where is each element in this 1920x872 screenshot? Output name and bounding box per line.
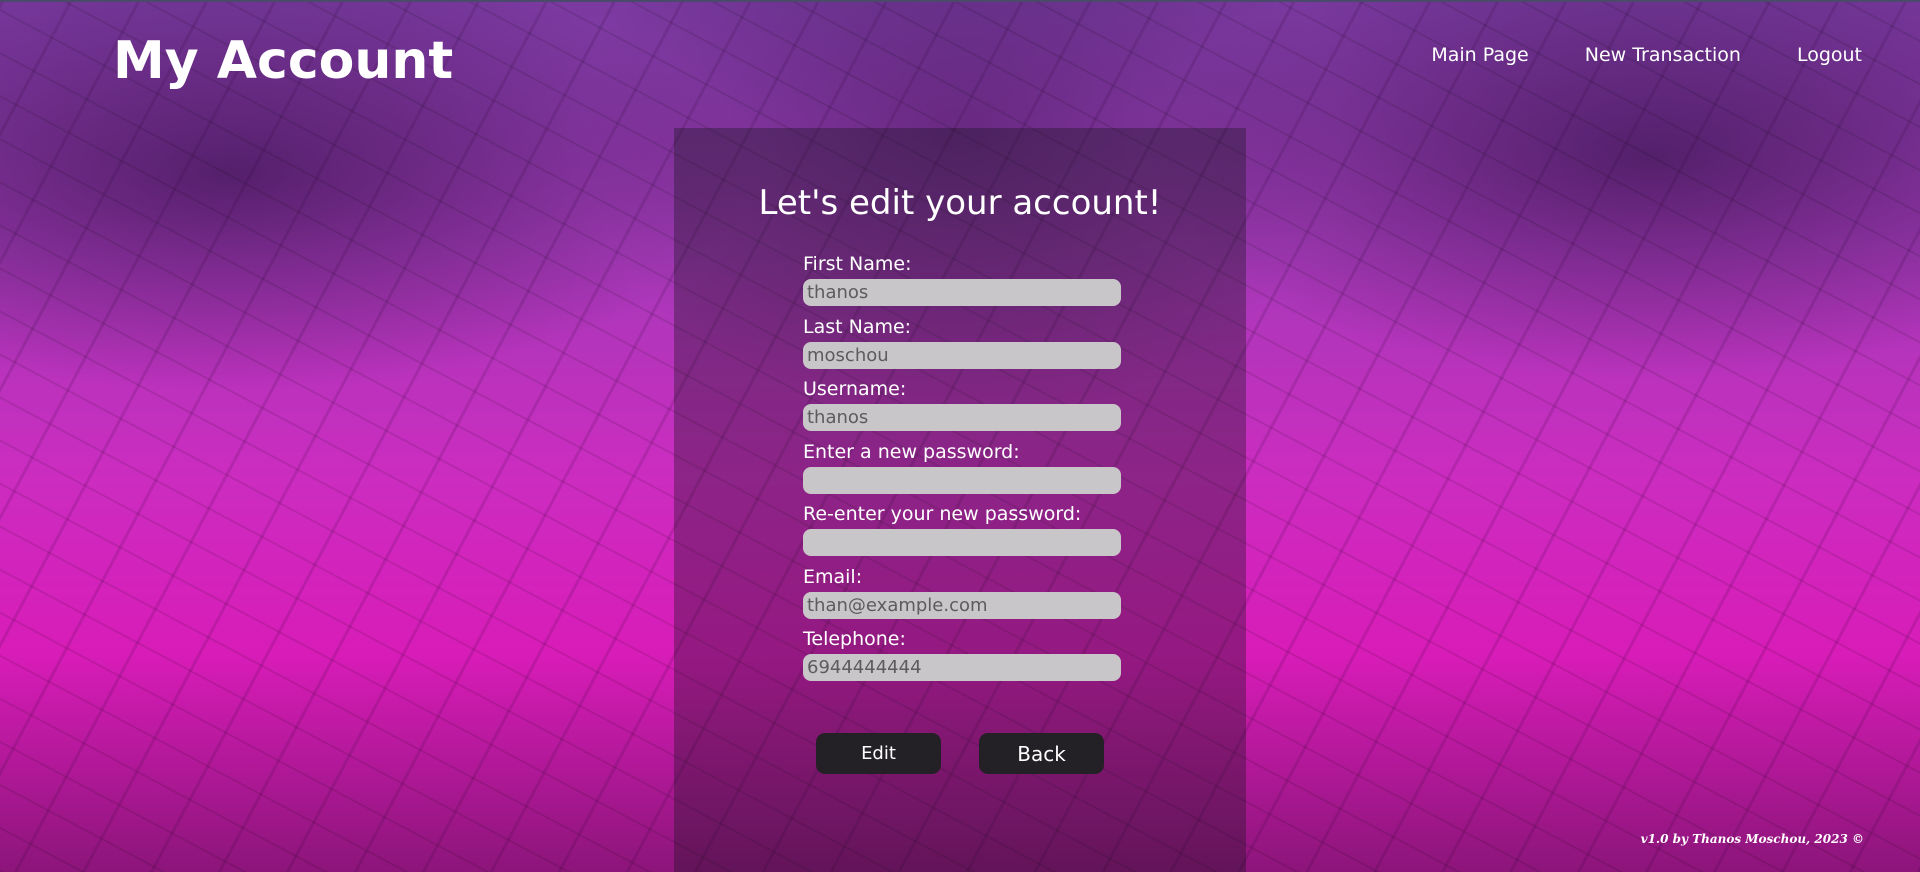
page-title: My Account xyxy=(113,31,454,91)
new-password-label: Enter a new password: xyxy=(803,440,1020,463)
username-input[interactable] xyxy=(803,404,1121,431)
last-name-input[interactable] xyxy=(803,341,1121,369)
last-name-field-group: Last Name: xyxy=(803,316,1121,379)
back-button[interactable]: Back xyxy=(979,733,1104,774)
last-name-label: Last Name: xyxy=(803,315,912,338)
first-name-label: First Name: xyxy=(803,253,912,275)
email-input[interactable] xyxy=(803,591,1121,619)
nav-logout-link[interactable]: Logout xyxy=(1797,44,1862,66)
nav-new-transaction-link[interactable]: New Transaction xyxy=(1585,44,1741,66)
first-name-input[interactable] xyxy=(803,279,1121,306)
footer-credit: v1.0 by Thanos Moschou, 2023 © xyxy=(1640,832,1864,846)
username-field-group: Username: xyxy=(803,378,1121,441)
telephone-label: Telephone: xyxy=(803,628,906,650)
new-password-field-group: Enter a new password: xyxy=(803,441,1121,504)
first-name-field-group: First Name: xyxy=(803,253,1121,316)
nav-main-page-link[interactable]: Main Page xyxy=(1431,44,1528,66)
email-label: Email: xyxy=(803,565,863,588)
confirm-password-input[interactable] xyxy=(803,529,1121,556)
edit-account-form: First Name: Last Name: Username: Enter a… xyxy=(803,253,1121,691)
confirm-password-label: Re-enter your new password: xyxy=(803,503,1082,525)
email-field-group: Email: xyxy=(803,566,1121,629)
username-label: Username: xyxy=(803,378,907,400)
edit-button[interactable]: Edit xyxy=(816,733,941,774)
top-border xyxy=(0,0,1920,2)
main-nav: Main Page New Transaction Logout xyxy=(1431,44,1862,66)
telephone-input[interactable] xyxy=(803,654,1121,681)
new-password-input[interactable] xyxy=(803,466,1121,494)
form-heading: Let's edit your account! xyxy=(758,183,1162,223)
telephone-field-group: Telephone: xyxy=(803,628,1121,691)
confirm-password-field-group: Re-enter your new password: xyxy=(803,503,1121,566)
